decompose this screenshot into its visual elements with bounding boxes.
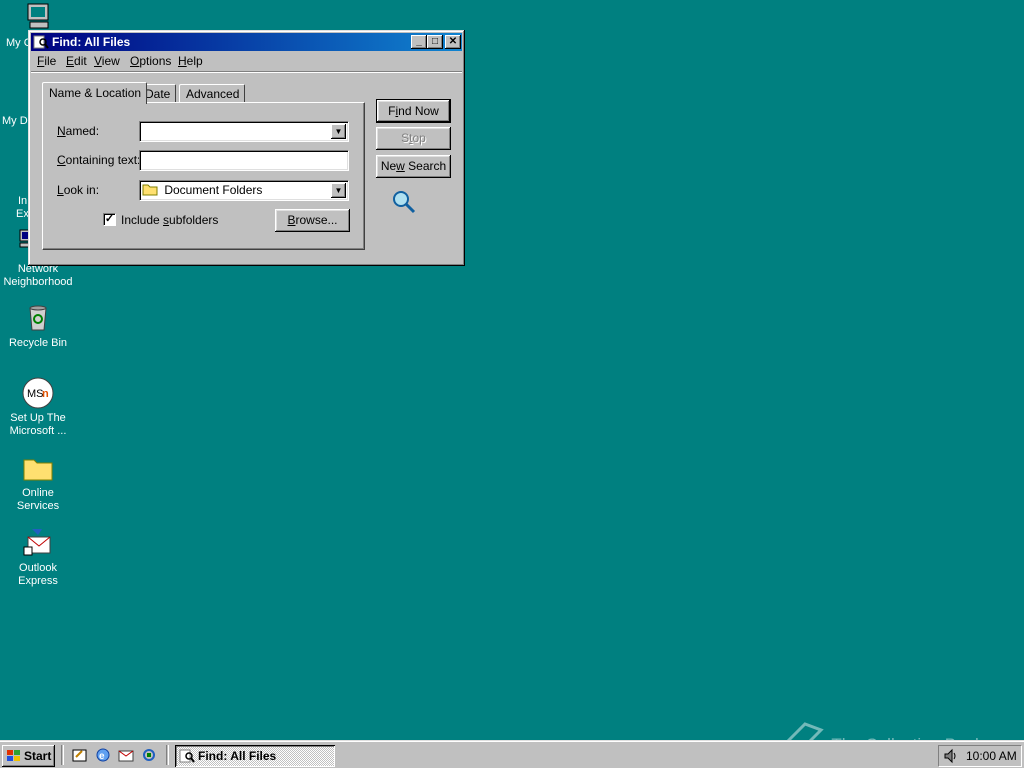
include-subfolders-label[interactable]: Include subfolders (121, 213, 218, 227)
start-button[interactable]: Start (2, 745, 55, 767)
start-label: Start (24, 749, 52, 763)
outlook-express-icon (22, 527, 54, 559)
stop-button[interactable]: Stop (376, 127, 451, 150)
tab-advanced[interactable]: Advanced (179, 84, 246, 103)
window-titlebar[interactable]: Find: All Files _ □ ✕ (31, 33, 462, 51)
look-in-label: Look in: (57, 183, 99, 197)
label-text: ontaining text: (65, 153, 141, 167)
menu-text: ile (44, 54, 57, 68)
taskbar-item-find[interactable]: Find: All Files (175, 745, 335, 767)
label-text: Include (121, 213, 164, 227)
desktop-icon-label: Network Neighborhood (3, 263, 73, 288)
desktop-icon-label: Online Services (16, 487, 60, 512)
maximize-icon: □ (431, 36, 439, 47)
folder-icon (22, 452, 54, 484)
button-text: op (412, 131, 426, 145)
search-animation-icon (390, 188, 418, 216)
look-in-dropdown-button[interactable]: ▼ (331, 183, 346, 198)
svg-text:n: n (42, 388, 49, 400)
maximize-button[interactable]: □ (427, 35, 443, 49)
chevron-down-icon: ▼ (334, 127, 343, 136)
find-now-button[interactable]: Find Now (377, 100, 450, 122)
svg-text:e: e (99, 751, 105, 762)
clock[interactable]: 10:00 AM (966, 749, 1017, 763)
menu-text: elp (186, 54, 203, 68)
button-text: rowse... (295, 213, 338, 227)
outlook-express-icon[interactable] (118, 747, 134, 763)
menu-accel: E (66, 54, 75, 68)
desktop-icon-label: Set Up The Microsoft ... (9, 412, 67, 437)
button-text: Ne (380, 159, 397, 173)
button-text: Search (404, 159, 447, 173)
desktop-icon-online-services[interactable]: Online Services (0, 452, 76, 513)
toolbar-separator (166, 745, 169, 765)
button-text: S (401, 131, 410, 145)
accel: N (57, 124, 66, 138)
msn-icon: MS n (22, 377, 54, 409)
desktop-icon-label: Recycle Bin (8, 337, 68, 349)
volume-icon[interactable] (943, 748, 959, 767)
menu-help[interactable]: Help (178, 54, 203, 68)
menu-file[interactable]: File (37, 54, 56, 68)
menu-accel: H (178, 54, 187, 68)
desktop-icon-outlook-express[interactable]: Outlook Express (0, 527, 76, 588)
browse-button[interactable]: Browse... (275, 209, 350, 232)
button-text: nd Now (398, 104, 439, 118)
taskbar: Start e Find: All Files 10:00 AM (0, 740, 1024, 768)
menu-separator (31, 71, 462, 73)
label-text: ubfolders (169, 213, 219, 227)
menu-text: dit (74, 54, 87, 68)
menu-text: iew (101, 54, 120, 68)
named-combobox[interactable]: ▼ (139, 121, 349, 142)
show-desktop-icon[interactable] (72, 747, 88, 763)
close-button[interactable]: ✕ (445, 35, 461, 49)
folder-icon (142, 183, 158, 199)
find-magnifier-icon (33, 34, 49, 50)
system-tray: 10:00 AM (938, 745, 1022, 767)
checkmark-icon: ✓ (104, 213, 115, 225)
minimize-icon: _ (416, 36, 422, 47)
toolbar-separator (61, 745, 64, 765)
desktop-icon-msn-setup[interactable]: MS n Set Up The Microsoft ... (0, 377, 76, 438)
menu-bar: File Edit View Options Help (31, 52, 462, 70)
look-in-combobox[interactable]: Document Folders ▼ (139, 180, 349, 201)
include-subfolders-checkbox[interactable]: ✓ (103, 213, 116, 226)
containing-text-input[interactable] (139, 150, 349, 171)
menu-options[interactable]: Options (130, 54, 171, 68)
find-magnifier-icon (179, 748, 195, 767)
window-title: Find: All Files (52, 35, 131, 49)
menu-accel: V (94, 54, 102, 68)
tab-label: Date (145, 87, 171, 101)
taskbar-item-label: Find: All Files (198, 749, 277, 763)
recycle-bin-icon (22, 302, 54, 334)
tab-label: Advanced (186, 87, 240, 101)
accel: L (57, 183, 64, 197)
tab-label: Name & Location (49, 86, 142, 100)
look-in-value: Document Folders (164, 183, 263, 197)
internet-explorer-icon[interactable]: e (95, 747, 111, 763)
named-label: Named: (57, 124, 99, 138)
chevron-down-icon: ▼ (334, 186, 343, 195)
named-dropdown-button[interactable]: ▼ (331, 124, 346, 139)
windows-logo-icon (6, 748, 22, 767)
find-window: Find: All Files _ □ ✕ File Edit View Opt… (28, 30, 465, 266)
containing-text-label: Containing text: (57, 153, 140, 167)
accel: w (396, 159, 405, 173)
menu-text: ptions (139, 54, 172, 68)
label-text: ook in: (63, 183, 100, 197)
new-search-button[interactable]: New Search (376, 155, 451, 178)
label-text: amed: (65, 124, 100, 138)
channels-icon[interactable] (141, 747, 157, 763)
accel: C (57, 153, 66, 167)
minimize-button[interactable]: _ (411, 35, 427, 49)
menu-view[interactable]: View (94, 54, 120, 68)
accel: B (287, 213, 296, 227)
desktop-icon-recycle-bin[interactable]: Recycle Bin (0, 302, 76, 350)
close-icon: ✕ (448, 36, 458, 47)
desktop-icon-label: Outlook Express (18, 562, 58, 587)
tab-panel: Named: ▼ Containing text: Look in: Docum… (42, 102, 365, 250)
tab-name-location[interactable]: Name & Location (42, 82, 148, 104)
menu-edit[interactable]: Edit (66, 54, 87, 68)
menu-accel: O (130, 54, 140, 68)
